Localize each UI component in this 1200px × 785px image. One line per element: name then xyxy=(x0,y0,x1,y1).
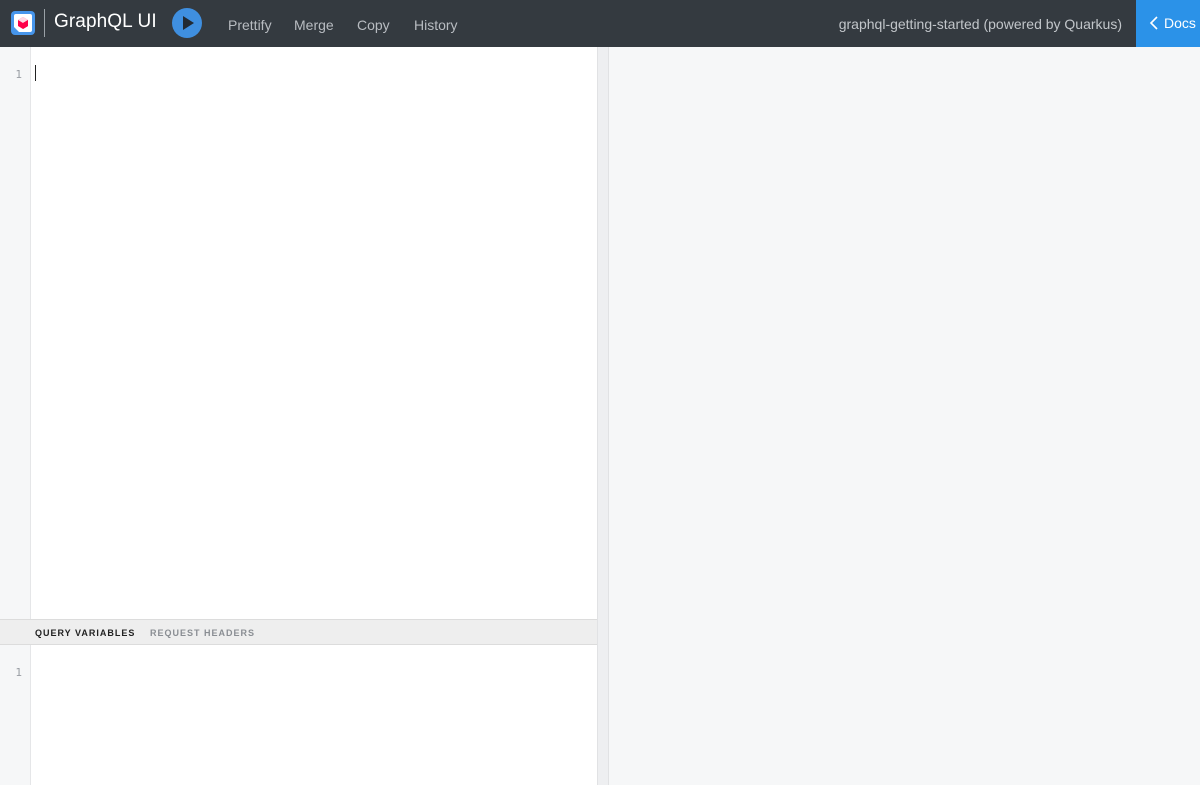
top-bar: GraphQL UI Prettify Merge Copy History g… xyxy=(0,0,1200,47)
copy-button[interactable]: Copy xyxy=(357,17,390,33)
quarkus-logo-icon xyxy=(10,10,36,36)
play-icon xyxy=(183,16,194,30)
pane-splitter[interactable] xyxy=(597,47,609,785)
prettify-button[interactable]: Prettify xyxy=(228,17,272,33)
result-viewer xyxy=(609,47,1200,785)
tab-query-variables[interactable]: QUERY VARIABLES xyxy=(35,628,135,638)
server-label: graphql-getting-started (powered by Quar… xyxy=(838,16,1122,32)
query-editor[interactable]: 1 xyxy=(0,47,597,619)
line-number: 1 xyxy=(15,68,22,81)
tab-request-headers[interactable]: REQUEST HEADERS xyxy=(150,628,255,638)
query-editor-gutter: 1 xyxy=(0,47,31,619)
run-query-button[interactable] xyxy=(172,8,202,38)
chevron-left-icon xyxy=(1149,16,1159,33)
docs-label: Docs xyxy=(1164,15,1196,31)
line-number: 1 xyxy=(15,666,22,679)
variables-tab-bar: QUERY VARIABLES REQUEST HEADERS xyxy=(0,619,597,645)
docs-button[interactable]: Docs xyxy=(1136,0,1200,47)
history-button[interactable]: History xyxy=(414,17,458,33)
text-cursor xyxy=(35,65,36,81)
variables-editor-gutter: 1 xyxy=(0,645,31,785)
merge-button[interactable]: Merge xyxy=(294,17,334,33)
variables-editor[interactable]: 1 xyxy=(0,645,597,785)
app-title: GraphQL UI xyxy=(54,11,157,32)
logo-divider xyxy=(44,9,45,37)
